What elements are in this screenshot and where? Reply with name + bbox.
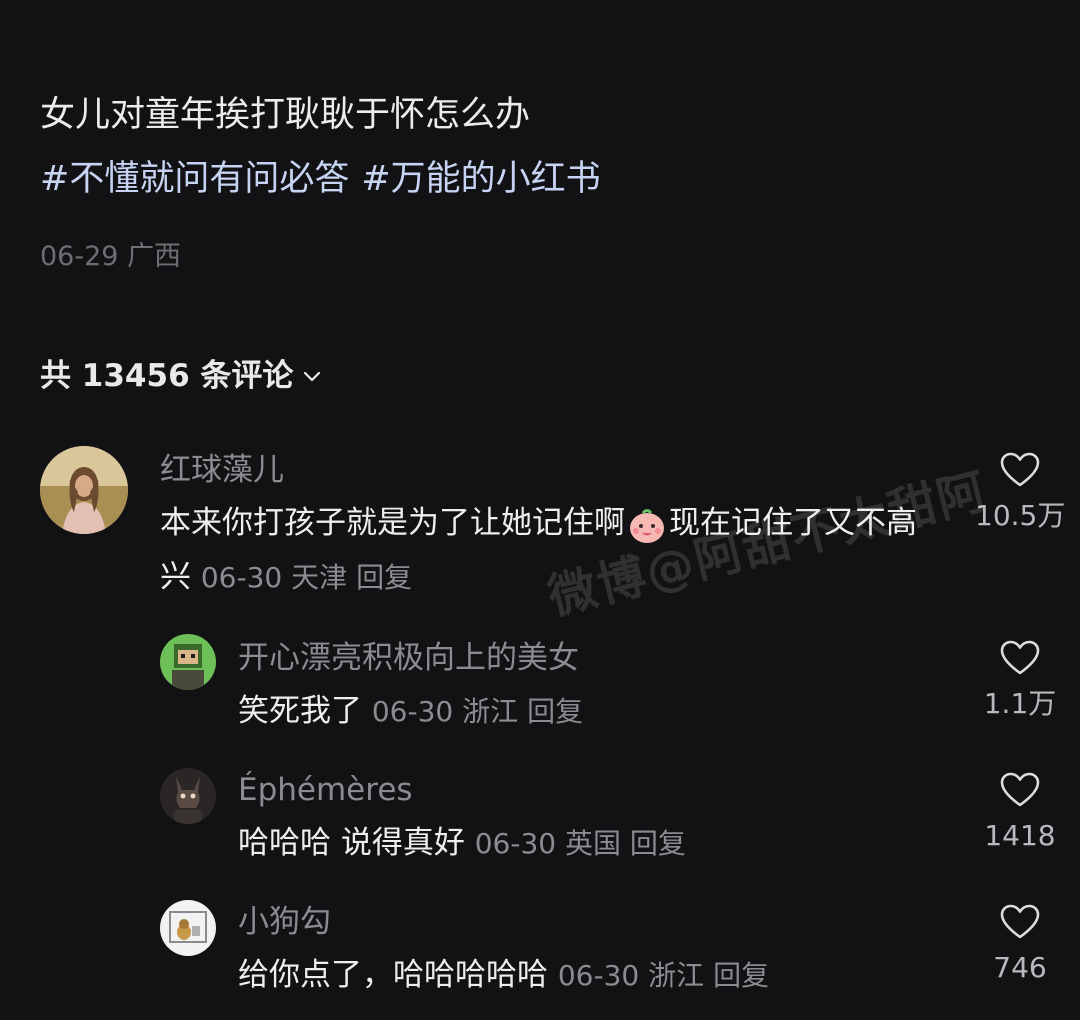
avatar[interactable] [160, 768, 216, 824]
like-button[interactable]: 10.5万 [975, 452, 1065, 534]
chevron-down-icon [304, 371, 321, 382]
comment-location: 英国 [565, 827, 622, 860]
comment-text-part: 给你点了，哈哈哈哈哈 [238, 957, 548, 993]
comment-text: 哈哈哈 说得真好 06-30 英国 回复 [238, 816, 918, 871]
post-meta: 06-29 广西 [40, 240, 181, 274]
heart-outline-icon [1000, 640, 1040, 675]
reply-button[interactable]: 回复 [713, 959, 769, 992]
avatar[interactable] [160, 900, 216, 956]
post-title: 女儿对童年挨打耿耿于怀怎么办 [40, 95, 531, 135]
like-count: 1418 [984, 819, 1056, 852]
comment-count-toggle[interactable]: 共 13456 条评论 [40, 356, 323, 396]
tag-link[interactable]: #不懂就问有问必答 [40, 159, 349, 199]
like-count: 746 [993, 951, 1047, 984]
reply-button[interactable]: 回复 [527, 695, 583, 728]
comment-text: 笑死我了 06-30 浙江 回复 [238, 684, 918, 739]
comment-date: 06-30 [474, 827, 557, 860]
comment-text: 给你点了，哈哈哈哈哈 06-30 浙江 回复 [238, 948, 958, 1003]
like-button[interactable]: 1.1万 [975, 640, 1065, 722]
comment-meta: 06-30 浙江 回复 [558, 959, 769, 992]
post-date: 06-29 [40, 241, 119, 272]
comment-count-label: 共 13456 条评论 [40, 358, 294, 394]
comment-username[interactable]: 开心漂亮积极向上的美女 [238, 638, 579, 678]
comment-location: 浙江 [462, 695, 519, 728]
like-count: 1.1万 [983, 687, 1057, 720]
comment-text-part: 哈哈哈 说得真好 [238, 825, 465, 861]
like-button[interactable]: 1418 [975, 772, 1065, 854]
heart-outline-icon [1000, 452, 1040, 487]
heart-outline-icon [1000, 904, 1040, 939]
comment-location: 天津 [291, 561, 348, 594]
post-tags: #不懂就问有问必答 #万能的小红书 [40, 156, 613, 202]
reply-button[interactable]: 回复 [630, 827, 686, 860]
comment-date: 06-30 [200, 561, 283, 594]
like-button[interactable]: 746 [975, 904, 1065, 986]
comment-location: 浙江 [648, 959, 705, 992]
comment-username[interactable]: Éphémères [238, 770, 413, 810]
avatar[interactable] [160, 634, 216, 690]
comment-date: 06-30 [371, 695, 454, 728]
heart-outline-icon [1000, 772, 1040, 807]
post-location: 广西 [127, 241, 182, 272]
comment-meta: 06-30 英国 回复 [475, 827, 686, 860]
reply-button[interactable]: 回复 [356, 561, 412, 594]
comment-text-part: 笑死我了 [238, 693, 362, 729]
comment-username[interactable]: 小狗勾 [238, 902, 331, 942]
comment-date: 06-30 [557, 959, 640, 992]
comment-text-part: 本来你打孩子就是为了让她记住啊 [160, 505, 625, 541]
post-detail-page: 女儿对童年挨打耿耿于怀怎么办 #不懂就问有问必答 #万能的小红书 06-29 广西… [0, 0, 1080, 1020]
avatar[interactable] [40, 446, 128, 534]
tag-link[interactable]: #万能的小红书 [361, 159, 600, 199]
comment-meta: 06-30 天津 回复 [201, 561, 412, 594]
comment-username[interactable]: 红球藻儿 [160, 450, 284, 490]
comment-meta: 06-30 浙江 回复 [372, 695, 583, 728]
